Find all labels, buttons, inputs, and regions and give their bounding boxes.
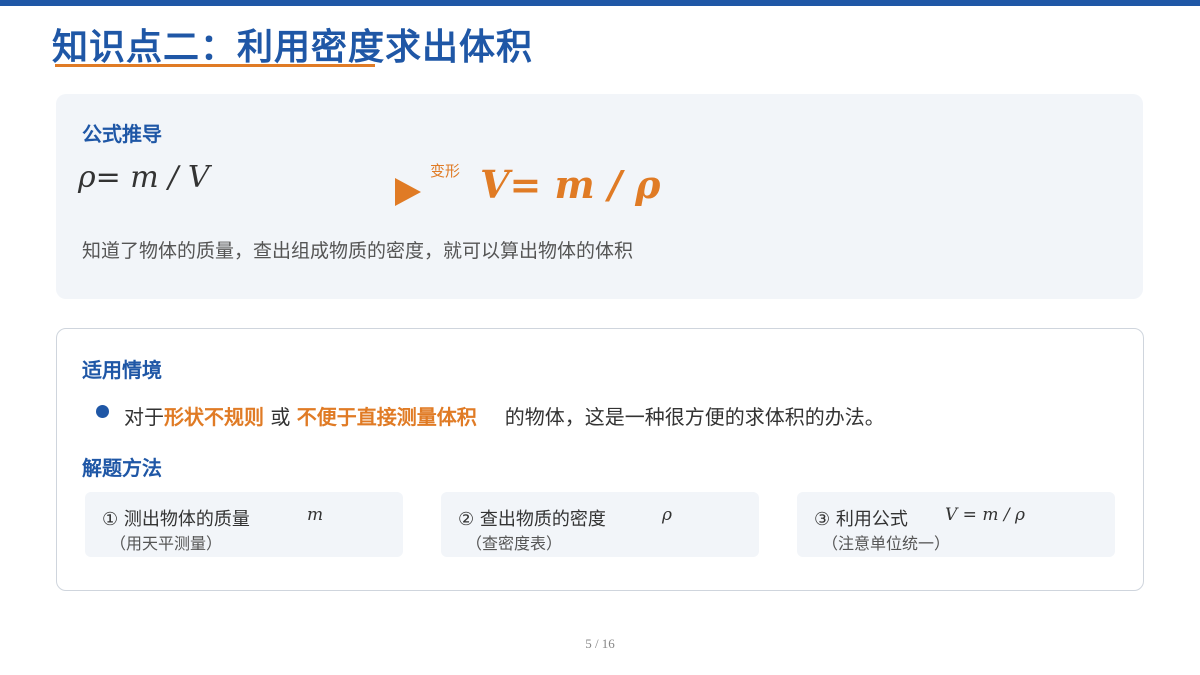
step-1-title: ① 测出物体的质量	[102, 509, 250, 530]
derivation-heading: 公式推导	[82, 122, 162, 146]
step-card-1: ① 测出物体的质量 m （用天平测量）	[85, 492, 403, 557]
step-3-formula: V = m / ρ	[945, 505, 1025, 525]
title-underline	[55, 64, 375, 67]
step-1-note: （用天平测量）	[110, 534, 223, 553]
page-title: 知识点二：利用密度求出体积	[52, 27, 534, 68]
volume-formula: V= m / ρ	[480, 162, 661, 207]
step-3-title: ③ 利用公式	[814, 509, 908, 530]
page-number: 5 / 16	[585, 636, 615, 651]
top-accent-bar	[0, 0, 1200, 6]
bullet-connector: 或	[264, 405, 297, 429]
step-card-3: ③ 利用公式 V = m / ρ （注意单位统一）	[797, 492, 1115, 557]
bullet-dot-icon	[96, 405, 109, 418]
application-heading: 适用情境	[82, 358, 162, 382]
step-2-symbol: ρ	[662, 505, 672, 525]
transform-label: 变形	[430, 162, 461, 180]
density-formula: ρ= m / V	[78, 160, 210, 195]
bullet-prefix: 对于	[124, 405, 164, 429]
step-2-title: ② 查出物质的密度	[458, 509, 606, 530]
application-bullet: 对于形状不规则 或 不便于直接测量体积 的物体，这是一种很方便的求体积的办法。	[124, 401, 885, 430]
step-3-note: （注意单位统一）	[822, 534, 951, 553]
bullet-suffix: 的物体，这是一种很方便的求体积的办法。	[504, 405, 885, 429]
step-2-note: （查密度表）	[466, 534, 563, 553]
step-card-2: ② 查出物质的密度 ρ （查密度表）	[441, 492, 759, 557]
derivation-description: 知道了物体的质量，查出组成物质的密度，就可以算出物体的体积	[82, 240, 634, 262]
method-heading: 解题方法	[82, 456, 162, 480]
play-arrow-icon	[395, 178, 421, 206]
step-1-symbol: m	[307, 505, 324, 525]
highlight-irregular-shape: 形状不规则	[164, 405, 264, 429]
highlight-hard-to-measure: 不便于直接测量体积	[296, 405, 477, 429]
